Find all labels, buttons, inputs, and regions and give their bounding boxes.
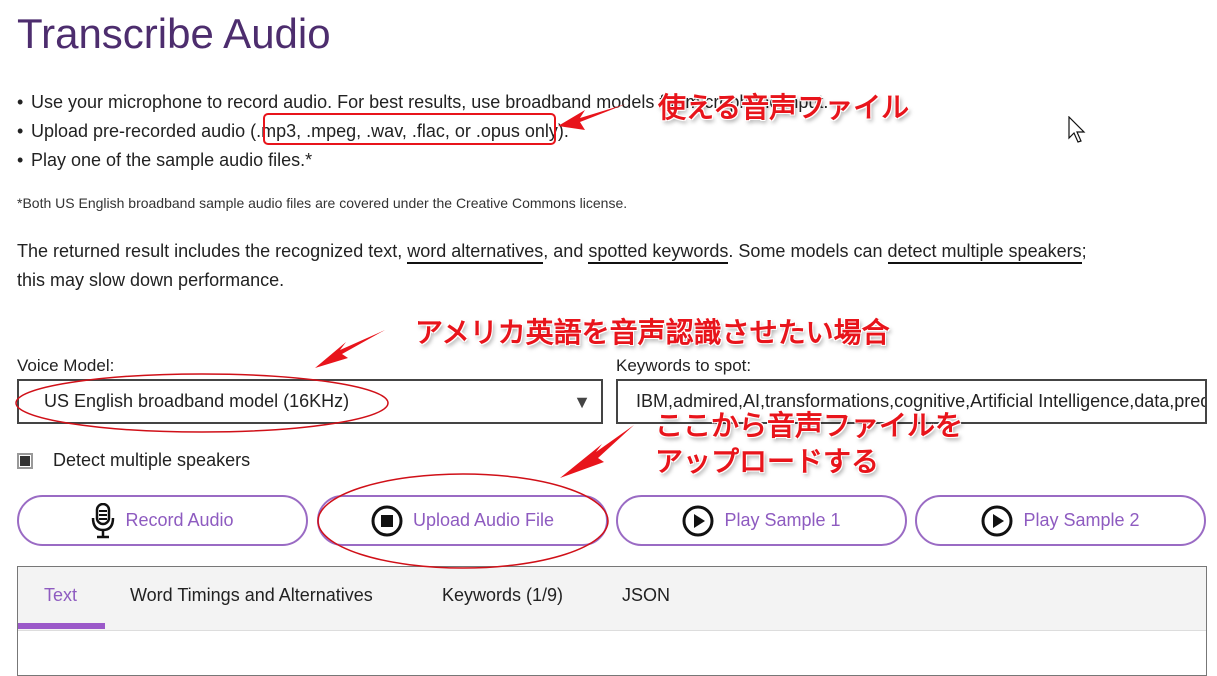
upload-annotation-line2: アップロードする <box>655 445 880 478</box>
tab-text[interactable]: Text <box>44 585 77 606</box>
play-circle-icon <box>682 505 714 537</box>
dropdown-arrow-icon: ▼ <box>573 392 591 412</box>
model-annotation: アメリカ英語を音声認識させたい場合 <box>415 316 890 349</box>
upload-audio-file-label: Upload Audio File <box>412 510 555 530</box>
bullet: • <box>17 150 24 170</box>
word-alternatives-link[interactable]: word alternatives <box>407 241 544 264</box>
active-tab-indicator <box>18 623 105 629</box>
play-sample-2-button[interactable]: Play Sample 2 <box>915 495 1206 546</box>
record-audio-label: Record Audio <box>125 510 234 530</box>
mouse-cursor-icon <box>1068 115 1088 149</box>
stop-circle-icon <box>371 505 403 537</box>
description: The returned result includes the recogni… <box>17 241 1087 290</box>
detect-multiple-speakers-link[interactable]: detect multiple speakers <box>887 241 1082 264</box>
voice-model-select[interactable]: US English broadband model (16KHz) ▼ <box>17 379 603 424</box>
upload-annotation-line1: ここから音声ファイルを <box>655 409 964 442</box>
detect-speakers-row[interactable]: Detect multiple speakers <box>17 450 250 471</box>
play-sample-1-label: Play Sample 1 <box>724 510 841 530</box>
results-panel: Text Word Timings and Alternatives Keywo… <box>17 566 1207 676</box>
formats-annotation: 使える音声ファイル <box>658 91 910 124</box>
voice-model-value: US English broadband model (16KHz) <box>44 391 350 411</box>
arrow-to-model <box>315 330 385 368</box>
results-tabbar: Text Word Timings and Alternatives Keywo… <box>18 567 1206 631</box>
checkbox-checked-mark <box>20 455 30 466</box>
tab-keywords[interactable]: Keywords (1/9) <box>442 585 563 606</box>
upload-audio-file-button[interactable]: Upload Audio File <box>317 495 608 546</box>
tab-word-timings[interactable]: Word Timings and Alternatives <box>130 585 373 606</box>
bullet: • <box>17 121 24 141</box>
record-audio-button[interactable]: Record Audio <box>17 495 308 546</box>
play-circle-icon <box>981 505 1013 537</box>
instruction-item: • Play one of the sample audio files.* <box>17 146 828 175</box>
keywords-label: Keywords to spot: <box>616 356 752 375</box>
microphone-icon <box>91 502 115 539</box>
arrow-to-upload <box>560 425 634 478</box>
tab-json[interactable]: JSON <box>622 585 670 606</box>
detect-speakers-checkbox[interactable] <box>17 452 33 469</box>
page-title: Transcribe Audio <box>17 10 331 57</box>
license-footnote: *Both US English broadband sample audio … <box>17 195 628 211</box>
voice-model-label: Voice Model: <box>17 356 115 375</box>
play-sample-2-label: Play Sample 2 <box>1023 510 1140 530</box>
play-sample-1-button[interactable]: Play Sample 1 <box>616 495 907 546</box>
bullet: • <box>17 92 24 112</box>
detect-speakers-label: Detect multiple speakers <box>53 450 251 470</box>
spotted-keywords-link[interactable]: spotted keywords <box>588 241 729 264</box>
